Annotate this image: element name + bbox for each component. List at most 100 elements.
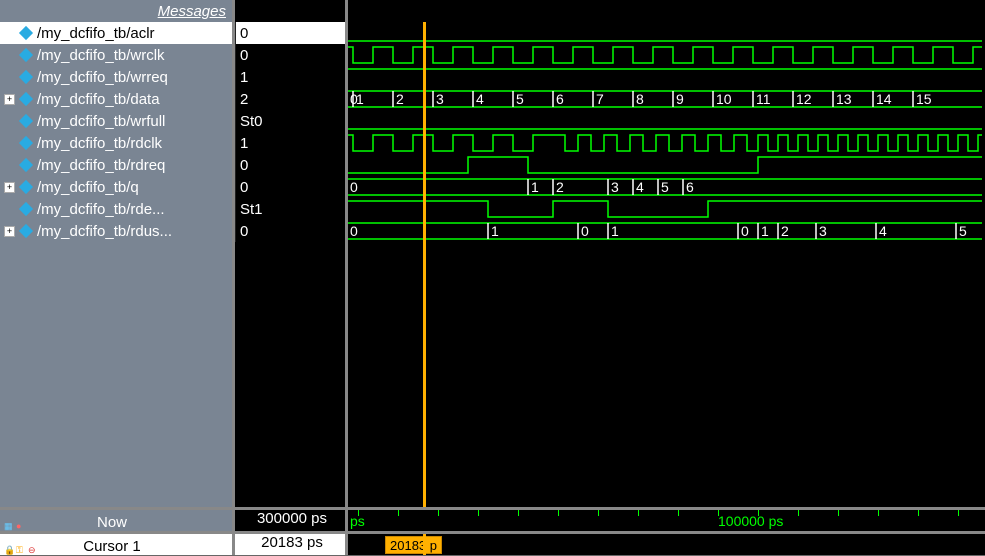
icon-a[interactable]: ▦	[4, 521, 14, 531]
tick-minor	[678, 510, 679, 516]
cursor-line[interactable]	[423, 22, 426, 507]
expand-spacer	[4, 28, 15, 39]
signal-row[interactable]: + /my_dcfifo_tb/rdus...	[0, 220, 232, 242]
wave-row[interactable]	[348, 22, 985, 44]
value-row[interactable]: St0	[235, 110, 345, 132]
signal-name: /my_dcfifo_tb/wrreq	[37, 69, 168, 86]
value-row[interactable]: 0	[235, 44, 345, 66]
cursor-ruler[interactable]: 20183 p	[348, 534, 985, 555]
icon-b[interactable]: ●	[16, 521, 26, 531]
wave-row[interactable]	[348, 154, 985, 176]
values-header	[235, 0, 345, 22]
value-row[interactable]: 0	[235, 220, 345, 242]
value-row[interactable]: St1	[235, 198, 345, 220]
lock-icon[interactable]: 🔒	[4, 545, 14, 555]
wave-row[interactable]: 0123456	[348, 176, 985, 198]
key-icon[interactable]: ⚿	[16, 545, 26, 555]
timeline-row: ▦ ● Now 300000 ps ps100000 ps	[0, 507, 985, 531]
wave-row[interactable]	[348, 66, 985, 88]
signal-diamond-icon	[19, 202, 33, 216]
signal-name: /my_dcfifo_tb/wrfull	[37, 113, 165, 130]
signal-name: /my_dcfifo_tb/rdreq	[37, 157, 165, 174]
cursor-line-footer[interactable]	[423, 534, 426, 555]
value-row[interactable]: 1	[235, 66, 345, 88]
signal-diamond-icon	[19, 224, 33, 238]
value-row[interactable]: 0	[235, 154, 345, 176]
cursor-value-cell: 20183 ps	[235, 534, 348, 555]
wave-row[interactable]: 0101012345	[348, 220, 985, 242]
expand-spacer	[4, 160, 15, 171]
signal-name: /my_dcfifo_tb/data	[37, 91, 160, 108]
cursor-value: 20183 ps	[261, 534, 323, 551]
toolbar-icons-now: ▦ ●	[4, 521, 26, 531]
cursor-signals-cell: 🔒 ⚿ ⊖ Cursor 1	[0, 534, 235, 555]
signal-name: /my_dcfifo_tb/rdclk	[37, 135, 162, 152]
signal-diamond-icon	[19, 48, 33, 62]
cursor-row: 🔒 ⚿ ⊖ Cursor 1 20183 ps 20183 p	[0, 531, 985, 555]
value-row[interactable]: 0	[235, 22, 345, 44]
wave-row[interactable]: 0123456789101112131415	[348, 88, 985, 110]
expand-spacer	[4, 50, 15, 61]
tick-minor	[558, 510, 559, 516]
tick-minor	[358, 510, 359, 516]
tick-minor	[438, 510, 439, 516]
tick-minor	[398, 510, 399, 516]
expand-spacer	[4, 116, 15, 127]
signal-row[interactable]: /my_dcfifo_tb/aclr	[0, 22, 232, 44]
signal-row[interactable]: /my_dcfifo_tb/wrfull	[0, 110, 232, 132]
tick-minor	[638, 510, 639, 516]
minus-icon[interactable]: ⊖	[28, 545, 38, 555]
expand-icon[interactable]: +	[4, 226, 15, 237]
tick-minor	[918, 510, 919, 516]
wave-column: 0123456789101112131415 0123456 0101012345	[348, 0, 985, 507]
expand-icon[interactable]: +	[4, 182, 15, 193]
signal-row[interactable]: + /my_dcfifo_tb/data	[0, 88, 232, 110]
value-row[interactable]: 0	[235, 176, 345, 198]
values-column: 0012St0100St10	[235, 0, 348, 507]
signal-name: /my_dcfifo_tb/aclr	[37, 25, 155, 42]
wave-row[interactable]	[348, 44, 985, 66]
tick-minor	[598, 510, 599, 516]
value-row[interactable]: 2	[235, 88, 345, 110]
signal-name: /my_dcfifo_tb/wrclk	[37, 47, 165, 64]
wave-row[interactable]	[348, 198, 985, 220]
expand-spacer	[4, 204, 15, 215]
signal-row[interactable]: + /my_dcfifo_tb/q	[0, 176, 232, 198]
wave-canvas[interactable]: 0123456789101112131415 0123456 0101012345	[348, 22, 985, 507]
signal-row[interactable]: /my_dcfifo_tb/wrreq	[0, 66, 232, 88]
signal-diamond-icon	[19, 180, 33, 194]
expand-icon[interactable]: +	[4, 94, 15, 105]
wave-row[interactable]	[348, 132, 985, 154]
now-value: 300000 ps	[257, 510, 327, 527]
now-label: Now	[97, 514, 127, 531]
expand-spacer	[4, 138, 15, 149]
signal-row[interactable]: /my_dcfifo_tb/rdclk	[0, 132, 232, 154]
wave-window: Messages /my_dcfifo_tb/aclr/my_dcfifo_tb…	[0, 0, 985, 555]
timeline-ruler[interactable]: ps100000 ps	[348, 510, 985, 531]
signal-row[interactable]: /my_dcfifo_tb/wrclk	[0, 44, 232, 66]
signal-diamond-icon	[19, 92, 33, 106]
tick-minor	[798, 510, 799, 516]
main-area: Messages /my_dcfifo_tb/aclr/my_dcfifo_tb…	[0, 0, 985, 507]
timeline-value-cell: 300000 ps	[235, 510, 348, 531]
signal-list[interactable]: /my_dcfifo_tb/aclr/my_dcfifo_tb/wrclk/my…	[0, 22, 232, 507]
tick-minor	[838, 510, 839, 516]
messages-header: Messages	[0, 0, 232, 22]
expand-spacer	[4, 72, 15, 83]
signal-row[interactable]: /my_dcfifo_tb/rde...	[0, 198, 232, 220]
signal-row[interactable]: /my_dcfifo_tb/rdreq	[0, 154, 232, 176]
timeline-signals-cell: ▦ ● Now	[0, 510, 235, 531]
signal-name: /my_dcfifo_tb/q	[37, 179, 139, 196]
signal-diamond-icon	[19, 158, 33, 172]
value-row[interactable]: 1	[235, 132, 345, 154]
signal-name: /my_dcfifo_tb/rdus...	[37, 223, 172, 240]
tick-minor	[878, 510, 879, 516]
signal-diamond-icon	[19, 114, 33, 128]
signal-diamond-icon	[19, 136, 33, 150]
wave-header	[348, 0, 985, 22]
cursor-flag[interactable]: 20183 p	[385, 536, 442, 554]
messages-label: Messages	[158, 3, 226, 20]
wave-row[interactable]	[348, 110, 985, 132]
signal-name: /my_dcfifo_tb/rde...	[37, 201, 165, 218]
value-list[interactable]: 0012St0100St10	[235, 22, 345, 507]
